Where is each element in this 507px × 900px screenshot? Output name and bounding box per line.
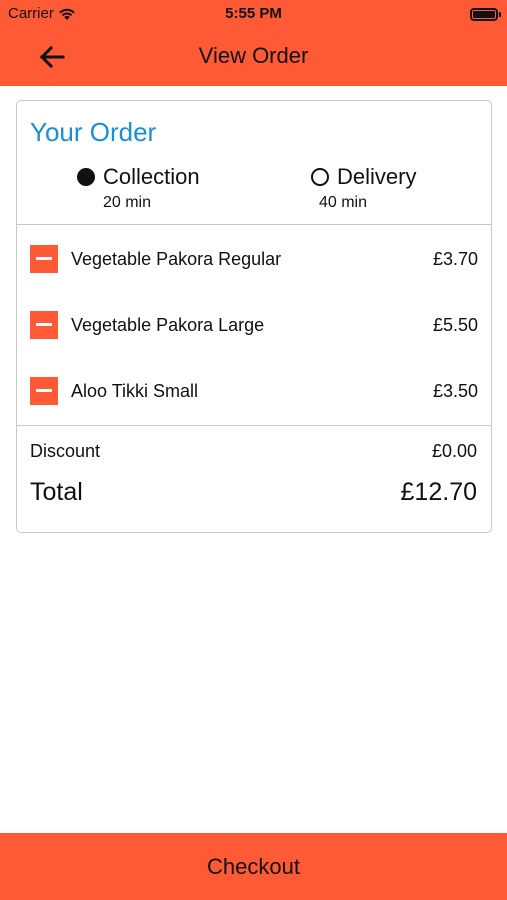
status-bar: Carrier 5:55 PM	[0, 0, 507, 28]
order-item: Vegetable Pakora Large £5.50	[30, 310, 478, 340]
item-name: Aloo Tikki Small	[71, 381, 199, 401]
radio-unselected-icon[interactable]	[311, 168, 329, 186]
page-title: View Order	[198, 43, 309, 68]
discount-label: Discount	[30, 441, 101, 461]
delivery-time: 40 min	[318, 194, 368, 211]
delivery-label: Delivery	[337, 164, 417, 189]
radio-selected-icon[interactable]	[77, 168, 95, 186]
collection-option[interactable]: Collection 20 min	[77, 164, 200, 212]
checkout-button[interactable]: Checkout	[0, 833, 507, 900]
remove-item-button[interactable]	[30, 311, 58, 339]
divider	[17, 425, 491, 426]
remove-item-button[interactable]	[30, 377, 58, 405]
discount-value: £0.00	[431, 441, 477, 461]
item-price: £3.50	[432, 381, 478, 401]
nav-bar: View Order	[0, 28, 507, 86]
collection-label: Collection	[103, 164, 200, 189]
delivery-option[interactable]: Delivery 40 min	[311, 164, 416, 212]
total-value: £12.70	[400, 478, 477, 506]
order-card: Your Order Collection 20 min Delivery 40…	[16, 100, 492, 533]
status-time: 5:55 PM	[225, 5, 282, 22]
order-item: Vegetable Pakora Regular £3.70	[30, 244, 478, 274]
item-name: Vegetable Pakora Regular	[71, 249, 282, 269]
remove-item-button[interactable]	[30, 245, 58, 273]
divider	[17, 224, 491, 225]
item-name: Vegetable Pakora Large	[71, 315, 265, 335]
total-label: Total	[30, 478, 83, 506]
item-price: £3.70	[432, 249, 478, 269]
collection-time: 20 min	[102, 194, 152, 211]
order-heading: Your Order	[30, 117, 157, 147]
battery-icon	[470, 8, 501, 21]
item-price: £5.50	[432, 315, 478, 335]
order-item: Aloo Tikki Small £3.50	[30, 376, 478, 406]
